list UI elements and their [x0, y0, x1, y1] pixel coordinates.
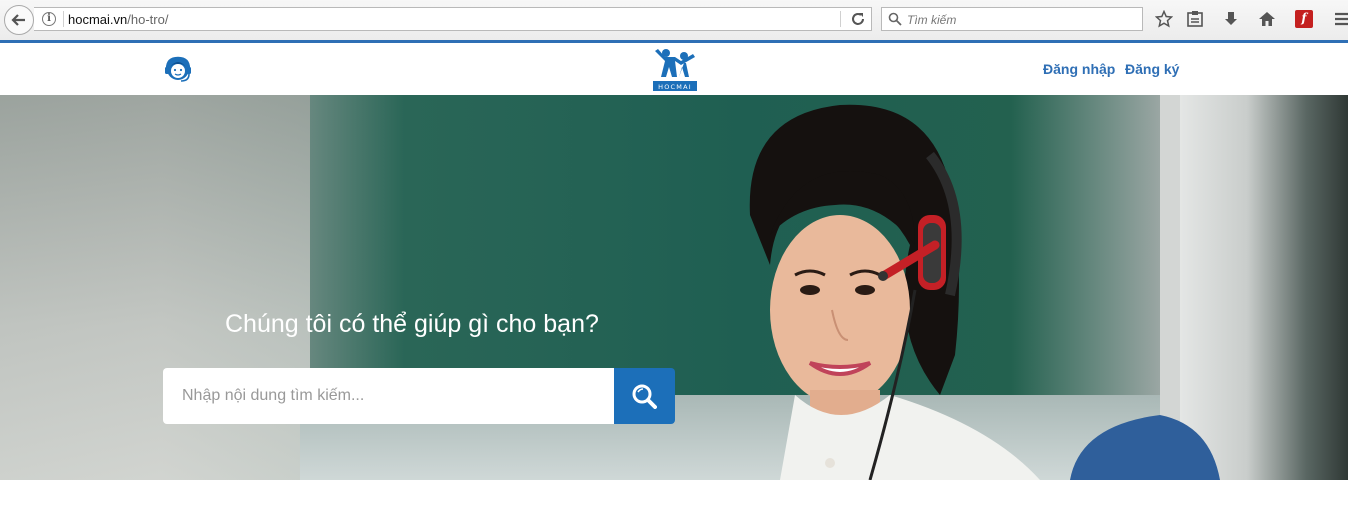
hero-title: Chúng tôi có thể giúp gì cho bạn? — [225, 310, 599, 338]
flash-icon[interactable]: f — [1295, 10, 1313, 28]
browser-search-placeholder: Tìm kiếm — [907, 13, 957, 27]
help-search-button[interactable] — [614, 368, 675, 424]
support-agent-photo — [749, 104, 1220, 480]
url-divider — [63, 11, 64, 27]
hocmai-logo[interactable]: HOCMAI — [651, 47, 699, 93]
bookmark-star-icon[interactable] — [1155, 10, 1173, 28]
login-link[interactable]: Đăng nhập — [1043, 61, 1115, 77]
browser-toolbar: i hocmai.vn/ho-tro/ Tìm kiếm f — [0, 0, 1348, 40]
support-headset-icon[interactable] — [162, 53, 194, 85]
site-header: HOCMAI Đăng nhập Đăng ký — [0, 43, 1348, 95]
url-bar[interactable]: i hocmai.vn/ho-tro/ — [34, 7, 872, 31]
home-icon[interactable] — [1258, 10, 1276, 28]
url-domain: hocmai.vn — [68, 12, 128, 27]
search-icon — [632, 384, 657, 409]
browser-search-bar[interactable]: Tìm kiếm — [881, 7, 1143, 31]
reload-icon[interactable] — [850, 11, 866, 27]
url-text[interactable]: hocmai.vn/ho-tro/ — [68, 12, 168, 27]
menu-icon[interactable] — [1334, 10, 1348, 28]
register-link[interactable]: Đăng ký — [1125, 61, 1179, 77]
reload-divider — [840, 11, 841, 27]
search-icon — [888, 12, 902, 26]
url-path: /ho-tro/ — [127, 12, 169, 27]
back-arrow-icon — [11, 14, 25, 26]
help-search-input[interactable] — [163, 368, 614, 424]
reading-list-icon[interactable] — [1186, 10, 1204, 28]
download-icon[interactable] — [1222, 10, 1240, 28]
info-icon[interactable]: i — [42, 12, 56, 26]
logo-text: HOCMAI — [658, 83, 692, 91]
back-button[interactable] — [4, 5, 34, 35]
hero-banner: Chúng tôi có thể giúp gì cho bạn? — [0, 95, 1348, 480]
